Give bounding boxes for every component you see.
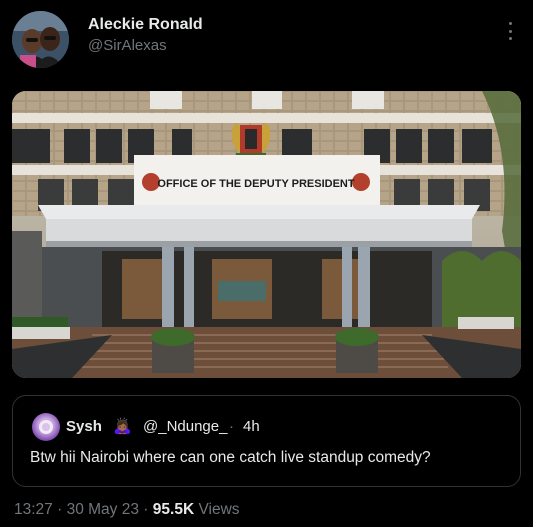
quoted-name-emoji: 🙇🏾‍♀️ <box>113 418 132 435</box>
meta-separator: · <box>143 501 149 518</box>
author-name[interactable]: Aleckie Ronald <box>88 16 203 34</box>
views-count: 95.5K <box>152 501 195 518</box>
more-vertical-icon[interactable] <box>500 20 520 42</box>
quoted-separator: · <box>229 418 234 435</box>
author-avatar[interactable] <box>12 11 69 68</box>
quoted-timestamp[interactable]: 4h <box>243 418 260 435</box>
quoted-tweet[interactable]: Sysh 🙇🏾‍♀️ @_Ndunge_ · 4h Btw hii Nairob… <box>12 395 521 487</box>
tweet-photo[interactable]: OFFICE OF THE DEPUTY PRESIDENT <box>12 91 521 378</box>
tweet-time[interactable]: 13:27 <box>14 501 53 518</box>
tweet-date[interactable]: 30 May 23 <box>67 501 139 518</box>
quoted-author-avatar[interactable] <box>32 413 60 441</box>
quoted-author-name[interactable]: Sysh <box>66 418 102 435</box>
quoted-author-handle[interactable]: @_Ndunge_ <box>143 418 227 435</box>
author-handle[interactable]: @SirAlexas <box>88 37 167 54</box>
quoted-tweet-text: Btw hii Nairobi where can one catch live… <box>30 449 431 466</box>
tweet-header: Aleckie Ronald @SirAlexas <box>0 0 533 80</box>
sign-text: OFFICE OF THE DEPUTY PRESIDENT <box>157 178 354 190</box>
meta-separator: · <box>57 501 63 518</box>
tweet-meta: 13:27 · 30 May 23 · 95.5K Views <box>14 501 240 519</box>
views-label: Views <box>198 501 240 518</box>
